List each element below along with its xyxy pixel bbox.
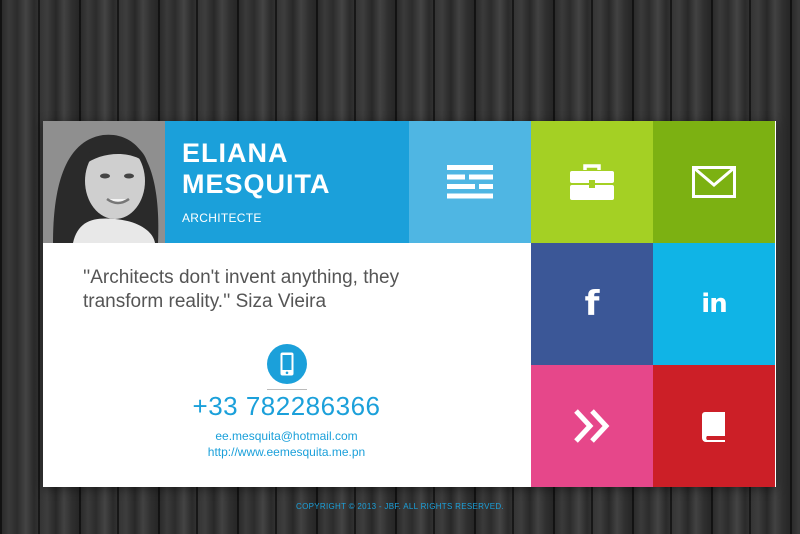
divider bbox=[267, 389, 307, 390]
email-link[interactable]: ee.mesquita@hotmail.com bbox=[43, 429, 530, 443]
business-card: ELIANA MESQUITA ARCHITECTE f in ''Archit… bbox=[43, 121, 776, 487]
website-link[interactable]: http://www.eemesquita.me.pn bbox=[43, 445, 530, 459]
name-panel: ELIANA MESQUITA ARCHITECTE bbox=[165, 121, 409, 243]
quote-text: ''Architects don't invent anything, they… bbox=[83, 267, 400, 312]
more-tile[interactable] bbox=[531, 365, 653, 487]
briefcase-icon bbox=[570, 164, 614, 200]
job-title: ARCHITECTE bbox=[182, 211, 262, 225]
book-icon bbox=[702, 412, 725, 442]
linkedin-icon: in bbox=[701, 289, 727, 319]
double-chevron-right-icon bbox=[574, 409, 610, 443]
linkedin-tile[interactable]: in bbox=[653, 243, 775, 365]
facebook-tile[interactable]: f bbox=[531, 243, 653, 365]
copyright-footer: COPYRIGHT © 2013 - JBF. ALL RIGHTS RESER… bbox=[296, 502, 504, 511]
menu-tile[interactable] bbox=[409, 121, 531, 243]
phone-badge bbox=[267, 344, 307, 384]
last-name: MESQUITA bbox=[182, 169, 331, 199]
phone-number[interactable]: +33 782286366 bbox=[43, 391, 530, 422]
facebook-icon: f bbox=[584, 284, 600, 324]
menu-icon bbox=[447, 165, 493, 199]
first-name: ELIANA bbox=[182, 138, 289, 168]
envelope-icon bbox=[692, 166, 736, 198]
mobile-phone-icon bbox=[280, 352, 294, 376]
portfolio-tile[interactable] bbox=[531, 121, 653, 243]
blog-tile[interactable] bbox=[653, 365, 775, 487]
profile-photo bbox=[43, 121, 165, 243]
mail-tile[interactable] bbox=[653, 121, 775, 243]
